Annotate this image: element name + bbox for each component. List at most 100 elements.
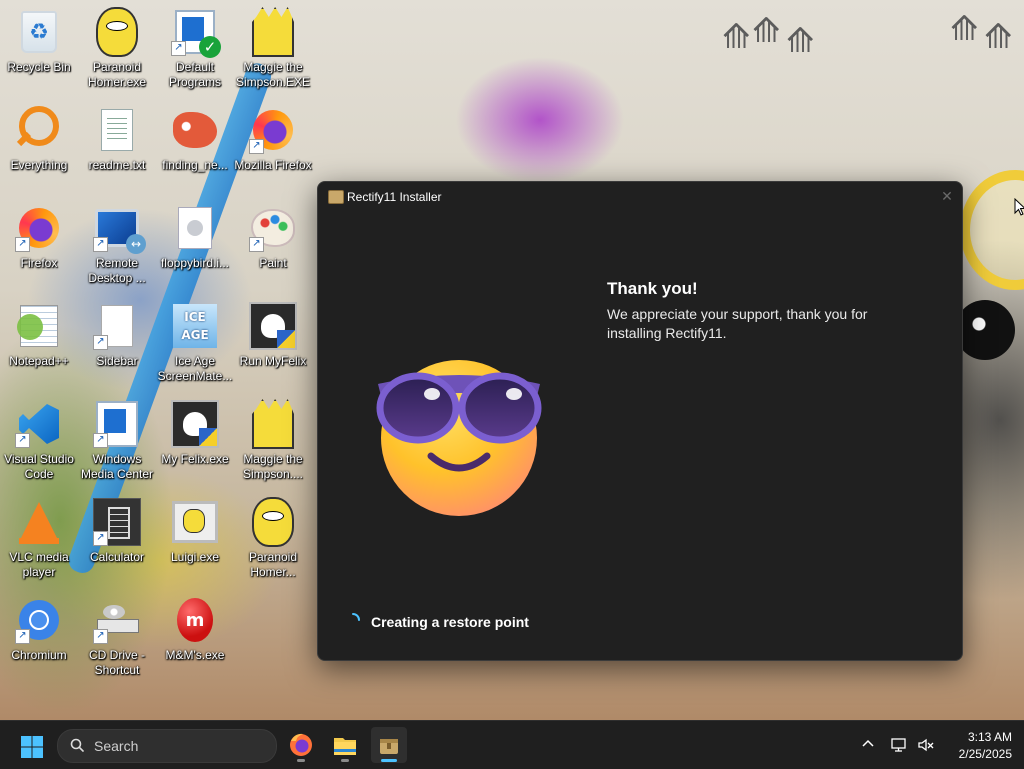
vscode-icon: ↗ <box>15 400 63 448</box>
desktop-icon-readme[interactable]: readme.txt <box>78 100 156 192</box>
chromium-icon: ↗ <box>15 596 63 644</box>
mouse-cursor-icon <box>1014 198 1024 216</box>
desktop-icon-everything[interactable]: Everything <box>0 100 78 192</box>
desktop-icon-label: Maggie the Simpson.... <box>242 452 304 481</box>
media-center-icon: ↗ <box>93 400 141 448</box>
desktop-icon-maggie-2[interactable]: Maggie the Simpson.... <box>234 394 312 486</box>
desktop-icon-label: Chromium <box>11 648 67 662</box>
shortcut-arrow-icon: ↗ <box>93 433 108 448</box>
desktop-icon-label: finding_ne... <box>162 158 228 172</box>
installer-app-icon <box>328 190 344 204</box>
shortcut-arrow-icon: ↗ <box>15 629 30 644</box>
taskbar-app-rectify11-installer[interactable] <box>371 727 407 763</box>
desktop-icon-label: Luigi.exe <box>170 550 220 564</box>
desktop-icon-mm[interactable]: m M&M's.exe <box>156 590 234 682</box>
desktop-icon-luigi[interactable]: Luigi.exe <box>156 492 234 584</box>
running-indicator <box>341 759 349 762</box>
active-indicator <box>381 759 397 762</box>
floppy-file-icon <box>171 204 219 252</box>
maggie-icon <box>249 399 297 449</box>
folder-icon <box>334 738 356 755</box>
wallpaper-eye-graphic <box>955 300 1015 360</box>
shortcut-arrow-icon: ↗ <box>15 237 30 252</box>
luigi-icon <box>171 498 219 546</box>
installer-icon <box>380 739 398 754</box>
desktop-icon-label: Recycle Bin <box>7 60 71 74</box>
desktop-icon-label: Default Programs <box>168 60 221 89</box>
desktop-icon-firefox[interactable]: ↗ Firefox <box>0 198 78 290</box>
desktop-icon-windows-media-center[interactable]: ↗ Windows Media Center <box>78 394 156 486</box>
volume-muted-icon[interactable] <box>917 736 935 754</box>
desktop-icon-vscode[interactable]: ↗ Visual Studio Code <box>0 394 78 486</box>
desktop-icon-maggie[interactable]: Maggie the Simpson.EXE <box>234 2 312 94</box>
desktop-icon-floppybird[interactable]: floppybird.i... <box>156 198 234 290</box>
desktop-icon-paranoid-homer[interactable]: Paranoid Homer.exe <box>78 2 156 94</box>
notepad-plus-plus-icon <box>15 302 63 350</box>
wallpaper-tree-graphic: ⟰ <box>786 21 815 61</box>
desktop-icon-label: M&M's.exe <box>165 648 225 662</box>
desktop-icon-label: Visual Studio Code <box>4 452 74 481</box>
desktop-icon-paint[interactable]: ↗ Paint <box>234 198 312 290</box>
desktop-icon-mozilla-firefox[interactable]: ↗ Mozilla Firefox <box>234 100 312 192</box>
desktop-icon-notepad-plus-plus[interactable]: Notepad++ <box>0 296 78 388</box>
window-title: Rectify11 Installer <box>347 190 442 204</box>
chevron-up-icon[interactable] <box>861 737 875 751</box>
desktop-icon-label: Mozilla Firefox <box>234 158 312 172</box>
checkmark-icon: ✓ <box>199 36 221 58</box>
taskbar-app-file-explorer[interactable] <box>327 727 363 763</box>
windows-start-icon[interactable] <box>20 735 44 759</box>
shortcut-arrow-icon: ↗ <box>249 237 264 252</box>
desktop-icon-vlc[interactable]: VLC media player <box>0 492 78 584</box>
desktop-icon-chromium[interactable]: ↗ Chromium <box>0 590 78 682</box>
desktop-icon-paranoid-homer-2[interactable]: Paranoid Homer... <box>234 492 312 584</box>
clock-date[interactable]: 2/25/2025 <box>940 747 1012 761</box>
homer-icon <box>93 7 141 57</box>
wallpaper-tree-graphic: ⟰ <box>950 9 979 49</box>
thank-you-message: We appreciate your support, thank you fo… <box>607 306 868 341</box>
homer-icon <box>249 497 297 547</box>
taskbar-app-firefox[interactable] <box>283 727 319 763</box>
desktop-icon-sidebar[interactable]: ↗ Sidebar <box>78 296 156 388</box>
desktop-icon-ice-age[interactable]: ICE AGE Ice Age ScreenMate... <box>156 296 234 388</box>
wallpaper-tree-graphic: ⟰ <box>722 17 751 57</box>
firefox-icon: ↗ <box>15 204 63 252</box>
clock-time[interactable]: 3:13 AM <box>940 730 1012 744</box>
status-text: Creating a restore point <box>371 614 529 630</box>
window-titlebar[interactable]: Rectify11 Installer ✕ <box>318 182 962 212</box>
desktop-icon-label: Sidebar <box>96 354 138 368</box>
firefox-icon <box>290 733 312 756</box>
calculator-icon: ↗ <box>93 498 141 546</box>
paint-icon: ↗ <box>249 204 297 252</box>
desktop-icon-label: Paranoid Homer.exe <box>87 60 147 89</box>
desktop-icon-label: readme.txt <box>88 158 146 172</box>
desktop-icon-label: My Felix.exe <box>161 452 229 466</box>
sunglasses-emoji-icon <box>376 360 542 516</box>
desktop-icon-recycle-bin[interactable]: ♻ Recycle Bin <box>0 2 78 94</box>
default-programs-icon: ✓ ↗ <box>171 8 221 58</box>
desktop-icon-label: Paint <box>259 256 287 270</box>
blank-file-icon: ↗ <box>93 302 141 350</box>
felix-icon <box>171 400 219 448</box>
network-icon[interactable] <box>890 736 908 754</box>
shortcut-arrow-icon: ↗ <box>93 335 108 350</box>
desktop-icon-label: Run MyFelix <box>239 354 307 368</box>
vlc-icon <box>15 498 63 546</box>
desktop-icon-finding-nemo[interactable]: finding_ne... <box>156 100 234 192</box>
desktop-icon-my-felix[interactable]: My Felix.exe <box>156 394 234 486</box>
desktop-icon-default-programs[interactable]: ✓ ↗ Default Programs <box>156 2 234 94</box>
desktop-icon-run-myfelix[interactable]: Run MyFelix <box>234 296 312 388</box>
desktop-icon-remote-desktop[interactable]: ↗ Remote Desktop ... <box>78 198 156 290</box>
desktop-icon-label: Maggie the Simpson.EXE <box>235 60 311 89</box>
shortcut-arrow-icon: ↗ <box>171 41 186 56</box>
taskbar-search-box[interactable]: Search <box>57 729 277 763</box>
recycle-bin-icon: ♻ <box>15 8 63 56</box>
taskbar: Search 3:13 AM 2/25/2025 <box>0 720 1024 769</box>
desktop-icon-cd-drive[interactable]: ↗ CD Drive - Shortcut <box>78 590 156 682</box>
felix-icon <box>249 302 297 350</box>
close-button[interactable]: ✕ <box>932 182 962 212</box>
shortcut-arrow-icon: ↗ <box>93 237 108 252</box>
shortcut-arrow-icon: ↗ <box>93 629 108 644</box>
ice-age-icon: ICE AGE <box>171 302 219 350</box>
installer-window: Rectify11 Installer ✕ Thank you! We appr… <box>317 181 963 661</box>
desktop-icon-calculator[interactable]: ↗ Calculator <box>78 492 156 584</box>
